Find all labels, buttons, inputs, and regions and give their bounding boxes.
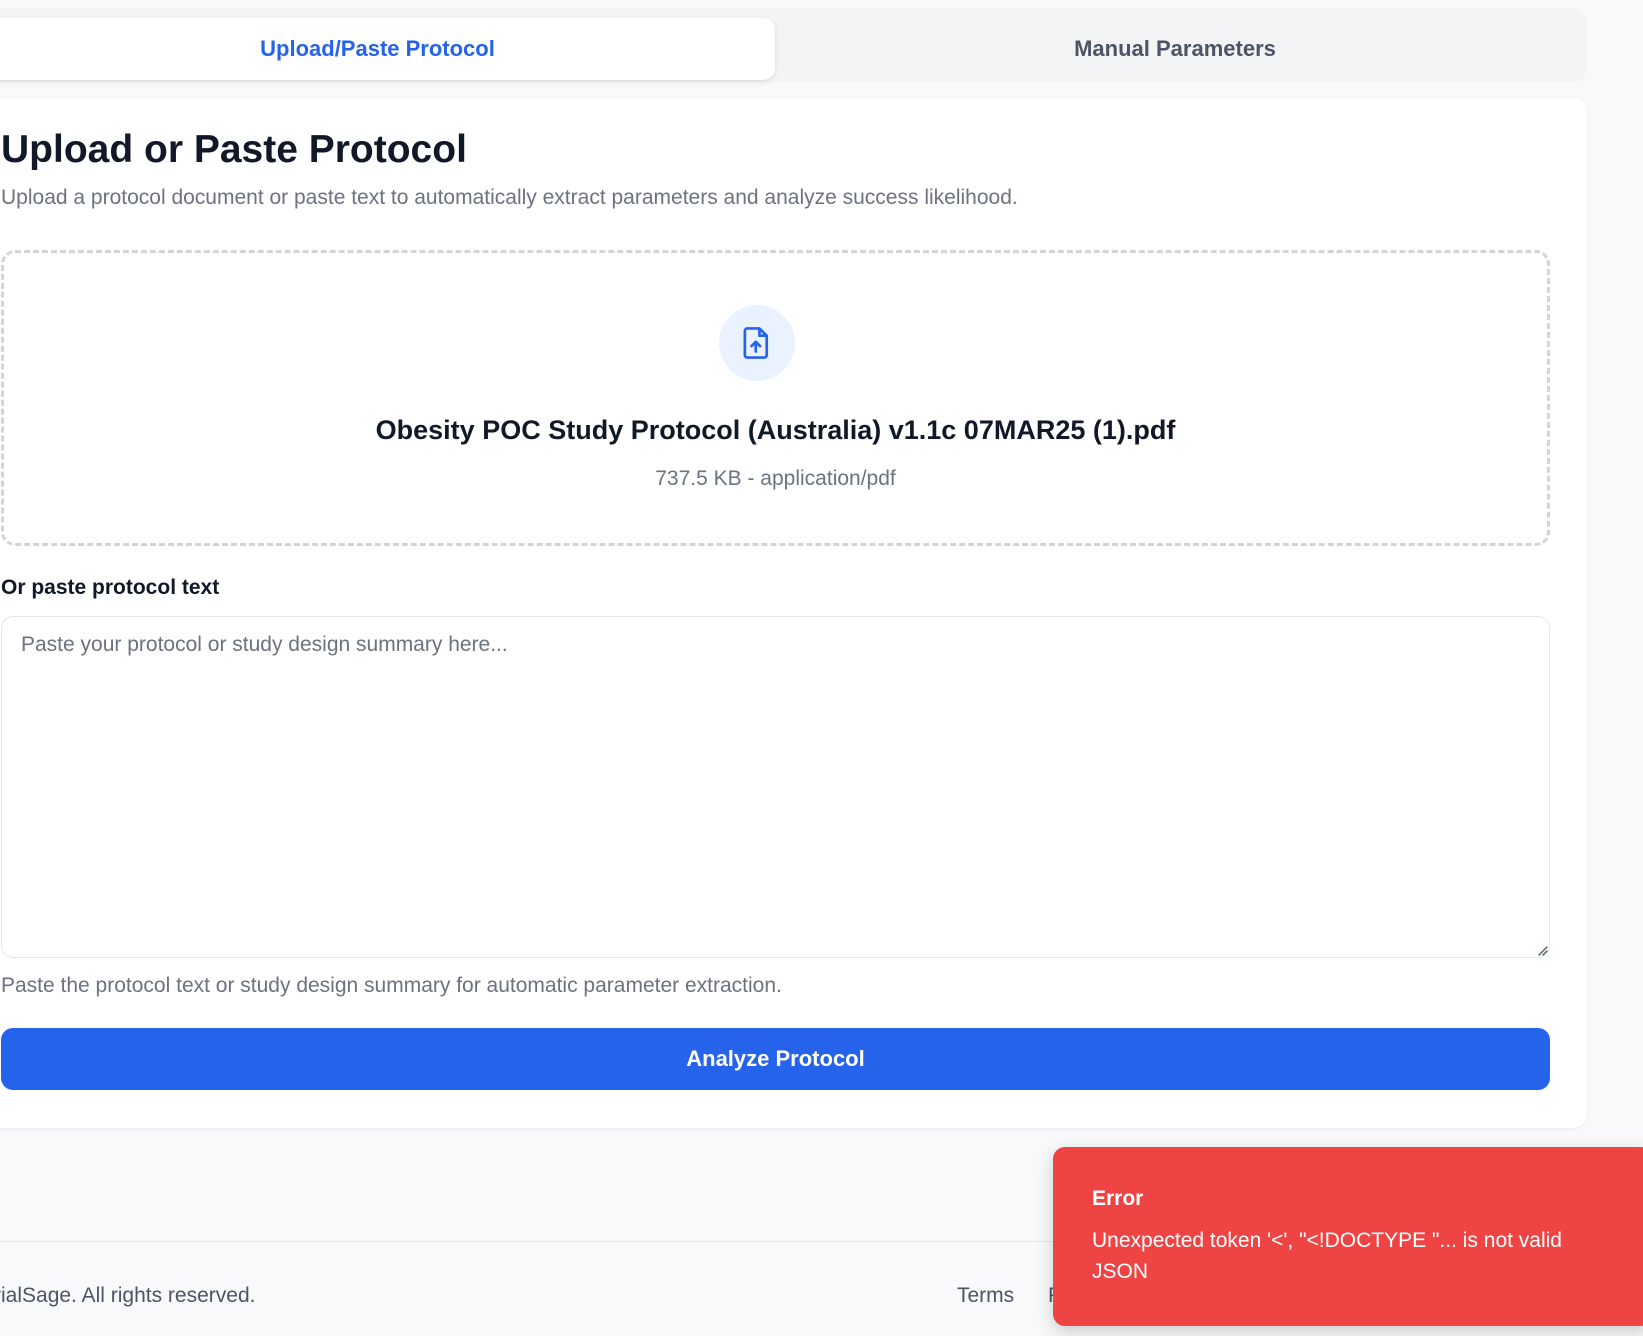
footer-copyright: rialSage. All rights reserved.	[0, 1284, 256, 1307]
paste-help-text: Paste the protocol text or study design …	[1, 974, 782, 997]
footer-terms-link[interactable]: Terms	[957, 1284, 1014, 1308]
analyze-button-label: Analyze Protocol	[686, 1046, 865, 1071]
tab-upload-paste-protocol[interactable]: Upload/Paste Protocol	[0, 18, 775, 80]
toast-message: Unexpected token '<', "<!DOCTYPE "... is…	[1092, 1229, 1562, 1283]
tab-upload-label: Upload/Paste Protocol	[260, 36, 495, 61]
file-upload-icon	[743, 327, 769, 359]
uploaded-file-name: Obesity POC Study Protocol (Australia) v…	[375, 415, 1176, 445]
uploaded-file-meta: 737.5 KB - application/pdf	[655, 467, 896, 490]
protocol-text-input[interactable]	[1, 616, 1550, 958]
analyze-protocol-button[interactable]: Analyze Protocol	[1, 1028, 1550, 1090]
file-dropzone[interactable]: Obesity POC Study Protocol (Australia) v…	[1, 250, 1550, 546]
tab-manual-label: Manual Parameters	[1074, 36, 1276, 61]
page-subtitle: Upload a protocol document or paste text…	[1, 186, 1018, 209]
tab-bar: Upload/Paste Protocol Manual Parameters	[0, 8, 1587, 82]
resize-grip-icon[interactable]	[1536, 944, 1548, 956]
error-toast[interactable]: Error Unexpected token '<', "<!DOCTYPE "…	[1053, 1147, 1643, 1326]
file-icon-badge	[719, 305, 795, 381]
tab-manual-parameters[interactable]: Manual Parameters	[775, 18, 1575, 80]
toast-title: Error	[1092, 1187, 1144, 1210]
upload-card: Upload or Paste Protocol Upload a protoc…	[0, 98, 1587, 1128]
paste-text-label: Or paste protocol text	[1, 576, 220, 599]
page-title: Upload or Paste Protocol	[1, 128, 467, 171]
